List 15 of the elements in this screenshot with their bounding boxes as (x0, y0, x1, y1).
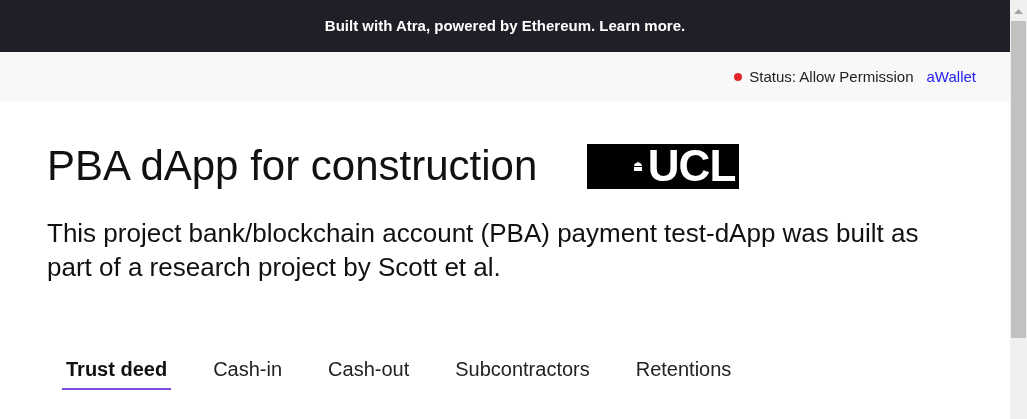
dome-icon (631, 160, 644, 172)
tab[interactable]: Trust deed (62, 354, 172, 390)
page-title: PBA dApp for construction (47, 141, 538, 191)
tab[interactable]: Retentions (635, 354, 732, 390)
status-text: Status: Allow Permission (749, 66, 914, 87)
tab[interactable]: Cash-in (213, 354, 283, 390)
tab[interactable]: Subcontractors (455, 354, 590, 390)
tab[interactable]: Cash-out (328, 354, 410, 390)
scroll-thumb[interactable] (1011, 21, 1026, 338)
description: This project bank/blockchain account (PBA) payment test-dApp was built as part of a research project by Scott et al. (46, 217, 920, 284)
banner-text: Built with Atra, powered by Ethereum. Learn more. (324, 15, 686, 36)
scroll-up-icon[interactable] (1014, 9, 1023, 14)
logo-text: UCL (647, 144, 736, 188)
wallet-link[interactable]: aWallet (926, 65, 976, 89)
scrollbar[interactable] (1010, 0, 1027, 419)
